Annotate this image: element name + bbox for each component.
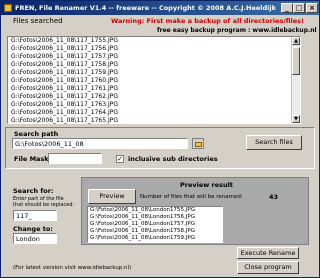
list-item[interactable]: G:\Fotos\2006_11_08\117_1762.JPG [8,93,300,101]
scroll-up-icon[interactable]: ▲ [292,37,300,45]
change-to-input[interactable]: London [13,233,57,244]
scroll-thumb[interactable] [292,47,300,75]
execute-rename-button[interactable]: Execute Rename [237,247,299,259]
close-button[interactable]: × [306,3,318,13]
app-icon [4,4,12,12]
browse-folder-button[interactable] [192,138,204,149]
files-searched-label: Files searched [13,17,63,25]
preview-list[interactable]: G:\Fotos\2006_11_08\London1755.JPG G:\Fot… [87,206,223,243]
list-item[interactable]: G:\Fotos\2006_11_08\117_1765.JPG [8,117,300,125]
close-program-button[interactable]: Close program [237,261,299,274]
maximize-button[interactable]: □ [293,3,305,13]
list-item[interactable]: G:\Fotos\2006_11_08\117_1757.JPG [8,53,300,61]
include-subdirs-label: inclusive sub directories [128,155,218,163]
search-files-button[interactable]: Search files [246,135,302,150]
title-bar[interactable]: FREN, File Renamer V1.4 -- freeware -- C… [1,1,319,15]
list-item[interactable]: G:\Fotos\2006_11_08\117_1763.JPG [8,101,300,109]
list-item[interactable]: G:\Fotos\2006_11_08\London1757.JPG [88,221,222,228]
files-list[interactable]: G:\Fotos\2006_11_08\117_1755.JPG G:\Fotos… [7,36,301,124]
footer-note: (For latest version visit www.idlebackup… [13,265,132,271]
list-item[interactable]: G:\Fotos\2006_11_08\London1758.JPG [88,228,222,235]
window-title: FREN, File Renamer V1.4 -- freeware -- C… [15,4,276,12]
search-for-hint: Enter part of the file that should be re… [13,196,75,208]
search-for-label: Search for: [13,187,54,195]
list-item[interactable]: G:\Fotos\2006_11_08\117_1759.JPG [8,69,300,77]
list-item[interactable]: G:\Fotos\2006_11_08\117_1760.JPG [8,77,300,85]
include-subdirs-checkbox[interactable]: ✓ [116,155,124,163]
list-item[interactable]: G:\Fotos\2006_11_08\117_1764.JPG [8,109,300,117]
list-item[interactable]: G:\Fotos\2006_11_08\London1756.JPG [88,214,222,221]
list-item[interactable]: G:\Fotos\2006_11_08\London1759.JPG [88,235,222,242]
scroll-down-icon[interactable]: ▼ [292,115,300,123]
minimize-button[interactable]: _ [281,3,293,13]
file-mask-label: File Mask [14,155,49,163]
rename-count-label: Number of files that will be renamed: [140,194,243,200]
search-path-input[interactable]: G:\Fotos\2006_11_08 [12,138,188,149]
folder-icon [195,142,202,147]
list-item[interactable]: G:\Fotos\2006_11_08\117_1761.JPG [8,85,300,93]
preview-button[interactable]: Preview [88,189,136,204]
app-window: FREN, File Renamer V1.4 -- freeware -- C… [0,0,320,278]
list-item[interactable]: G:\Fotos\2006_11_08\117_1756.JPG [8,45,300,53]
backup-promo: free easy backup program : www.idlebacku… [157,27,317,34]
search-for-input[interactable]: 117_ [13,210,57,221]
search-group: Search path G:\Fotos\2006_11_08 Search f… [5,127,315,169]
backup-warning: Warning: First make a backup of all dire… [111,17,304,25]
search-path-label: Search path [14,130,59,138]
change-to-label: Change to: [13,225,53,233]
file-mask-input[interactable] [48,153,102,164]
list-item[interactable]: G:\Fotos\2006_11_08\117_1755.JPG [8,37,300,45]
preview-title: Preview result [180,181,233,189]
list-item[interactable]: G:\Fotos\2006_11_08\London1755.JPG [88,207,222,214]
files-list-scrollbar[interactable]: ▲ ▼ [291,37,300,123]
rename-count-value: 43 [269,193,279,201]
list-item[interactable]: G:\Fotos\2006_11_08\117_1758.JPG [8,61,300,69]
